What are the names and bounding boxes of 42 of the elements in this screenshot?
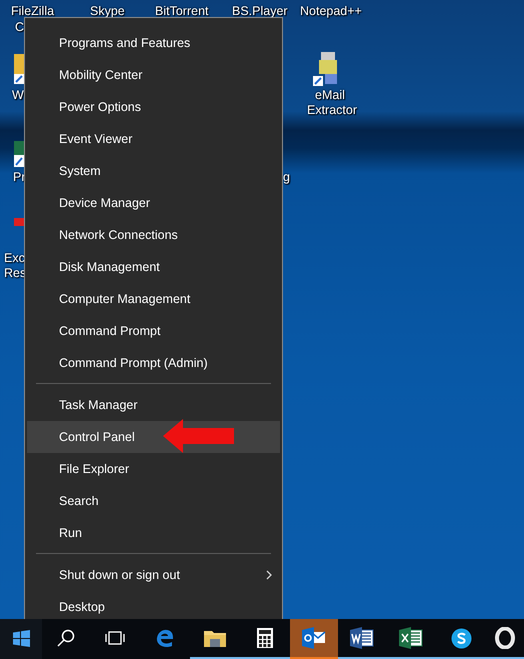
browser-e-icon	[155, 628, 175, 648]
desktop-icon-label: C	[15, 20, 24, 34]
menu-item[interactable]: Event Viewer	[27, 123, 280, 155]
chat-app-icon	[450, 628, 472, 648]
mail-app-icon	[302, 627, 326, 649]
menu-item[interactable]: Disk Management	[27, 251, 280, 283]
menu-item[interactable]: Search	[27, 485, 280, 517]
desktop-icon-label: FileZilla	[11, 4, 54, 18]
desktop-icon-label: BS.Player	[232, 4, 288, 18]
folder-icon	[204, 628, 226, 648]
menu-item[interactable]: Task Manager	[27, 389, 280, 421]
calculator-icon	[257, 628, 273, 648]
desktop-icon-label: BitTorrent	[155, 4, 208, 18]
menu-item[interactable]: Desktop	[27, 591, 280, 619]
desktop-icon-label: Pr	[13, 170, 26, 184]
desktop-icon-label: W	[12, 88, 24, 102]
menu-item[interactable]: Programs and Features	[27, 27, 280, 59]
menu-item[interactable]: File Explorer	[27, 453, 280, 485]
search-icon	[57, 629, 75, 647]
desktop-icon-label: Notepad++	[300, 4, 362, 18]
browser-o-icon	[495, 627, 515, 649]
spreadsheet-app-icon	[399, 627, 423, 649]
desktop-icon-label: Exc	[4, 251, 25, 265]
menu-item[interactable]: System	[27, 155, 280, 187]
menu-item[interactable]: Computer Management	[27, 283, 280, 315]
windows-logo-icon	[12, 630, 30, 646]
task-view-icon	[105, 631, 125, 645]
desktop-icon-label: eMail	[315, 88, 345, 102]
menu-item[interactable]: Command Prompt	[27, 315, 280, 347]
menu-item[interactable]: Command Prompt (Admin)	[27, 347, 280, 379]
taskbar-button[interactable]	[0, 619, 42, 659]
menu-item[interactable]: Device Manager	[27, 187, 280, 219]
menu-item[interactable]: Network Connections	[27, 219, 280, 251]
document-app-icon	[350, 627, 374, 649]
menu-item[interactable]: Shut down or sign out	[27, 559, 280, 591]
menu-item[interactable]: Run	[27, 517, 280, 549]
menu-item[interactable]: Mobility Center	[27, 59, 280, 91]
menu-item[interactable]: Power Options	[27, 91, 280, 123]
desktop-icon-label: Extractor	[307, 103, 358, 117]
arrow-annotation	[163, 419, 235, 453]
desktop-icon-label: g	[283, 170, 290, 184]
desktop-icon-label: Skype	[90, 4, 125, 18]
